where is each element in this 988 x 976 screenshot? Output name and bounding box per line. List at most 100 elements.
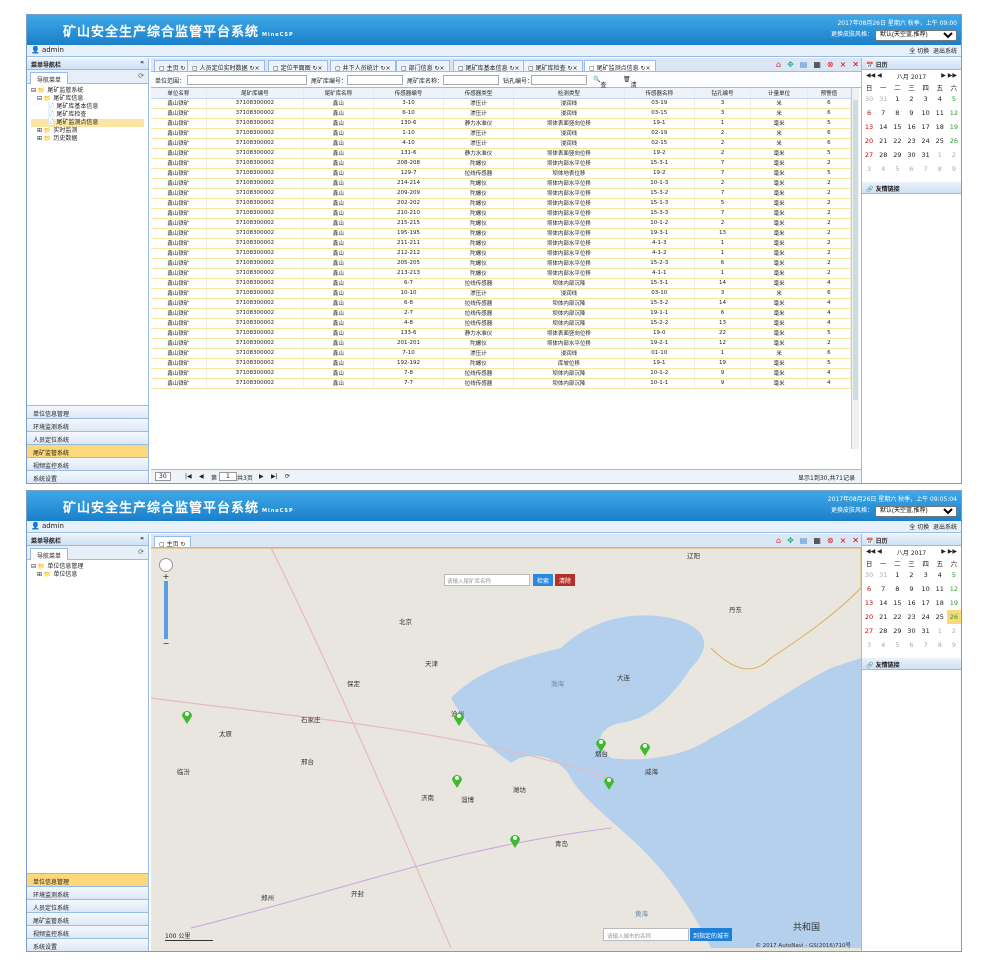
table-row[interactable]: 鑫山铁矿 37108300002 鑫山 214-214 陀螺仪 坝体内部水平位移 10-1-… [151, 178, 851, 189]
calendar-day[interactable]: 6 [904, 638, 918, 652]
table-row[interactable]: 鑫山铁矿 37108300002 鑫山 208-208 陀螺仪 坝体内部水平位移 15-3-… [151, 158, 851, 169]
mine-marker-icon[interactable] [453, 710, 465, 726]
table-row[interactable]: 鑫山铁矿 37108300002 鑫山 209-209 陀螺仪 坝体内部水平位移 15-3-… [151, 188, 851, 199]
table-row[interactable]: 鑫山铁矿 37108300002 鑫山 3-10 渗压计 浸润线 03-19 3 米 6 [151, 98, 851, 109]
table-row[interactable]: 鑫山铁矿 37108300002 鑫山 2-7 拉线传感器 坝体内部沉降 19-1-1 6 毫米… [151, 308, 851, 319]
skin-select[interactable]: 默认(天空蓝,推荐) [875, 505, 957, 517]
column-header[interactable]: 钻孔编号 [694, 88, 752, 99]
calendar-day[interactable]: 8 [933, 162, 947, 176]
map-search-input[interactable]: 请输入尾矿库名称 [444, 574, 530, 586]
column-header[interactable]: 检测类型 [513, 88, 625, 99]
grid-icon[interactable]: ▦ [813, 60, 821, 69]
calendar-day[interactable]: 5 [890, 638, 904, 652]
mine-marker-icon[interactable] [595, 736, 607, 752]
tree-node[interactable]: ⊟ 📁 尾矿库信息 [31, 95, 144, 103]
calendar-day[interactable]: 1 [933, 148, 947, 162]
calendar-day[interactable]: 4 [933, 92, 947, 106]
calendar-day[interactable]: 25 [933, 610, 947, 624]
tab-item[interactable]: ▢ 定位平面图 ↻× [268, 60, 328, 72]
table-row[interactable]: 鑫山铁矿 37108300002 鑫山 4-10 渗压计 浸润线 02-15 2 米 6 [151, 138, 851, 149]
tab-item[interactable]: ▢ 尾矿库基本信息 ↻× [453, 60, 525, 72]
close-all-icon[interactable]: ⊗ [827, 60, 834, 69]
column-header[interactable]: 传感器编号 [373, 88, 445, 99]
prev-month-icon[interactable]: ◀◀ ◀ [866, 548, 882, 555]
calendar-day[interactable]: 27 [862, 148, 876, 162]
accordion-item[interactable]: 视频监控系统 [27, 457, 148, 470]
tab-home[interactable]: ▢ 主页 ↻ [154, 60, 191, 72]
table-row[interactable]: 鑫山铁矿 37108300002 鑫山 130-6 静力水准仪 坝体表面竖向位移 19-1 1… [151, 118, 851, 129]
links-header[interactable]: 🔗 友情链接 [862, 658, 961, 670]
table-row[interactable]: 鑫山铁矿 37108300002 鑫山 6-8 拉线传感器 坝体内部沉降 15-3-2 14 毫… [151, 298, 851, 309]
calendar-day[interactable]: 6 [862, 582, 876, 596]
calendar-day[interactable]: 4 [876, 162, 890, 176]
zoom-control[interactable]: + − [159, 558, 173, 662]
accordion-item[interactable]: 系统设置 [27, 938, 148, 951]
table-row[interactable]: 鑫山铁矿 37108300002 鑫山 212-212 陀螺仪 坝体内部水平位移 4-1-2… [151, 248, 851, 259]
calendar-day[interactable]: 8 [933, 638, 947, 652]
calendar-day[interactable]: 30 [904, 624, 918, 638]
table-row[interactable]: 鑫山铁矿 37108300002 鑫山 10-10 渗压计 浸润线 03-10 3 米 6 [151, 288, 851, 299]
last-page-button[interactable]: ▶| [271, 473, 278, 480]
next-month-icon[interactable]: ▶ ▶▶ [941, 548, 957, 555]
table-row[interactable]: 鑫山铁矿 37108300002 鑫山 7-10 渗压计 浸润线 01-10 1 米 6 [151, 348, 851, 359]
calendar-day[interactable]: 21 [876, 134, 890, 148]
calendar-day[interactable]: 14 [876, 596, 890, 610]
table-row[interactable]: 鑫山铁矿 37108300002 鑫山 6-7 拉线传感器 坝体内部沉降 15-3-1 14 毫… [151, 278, 851, 289]
name-input[interactable] [443, 75, 499, 85]
calendar-day[interactable]: 29 [890, 148, 904, 162]
calendar-day[interactable]: 10 [919, 106, 933, 120]
accordion-item[interactable]: 人员定位系统 [27, 899, 148, 912]
calendar-day[interactable]: 4 [933, 568, 947, 582]
tab-item[interactable]: ▢ 井下人员统计 ↻× [330, 60, 396, 72]
calendar-day[interactable]: 2 [947, 148, 961, 162]
table-row[interactable]: 鑫山铁矿 37108300002 鑫山 192-192 陀螺仪 库坡位移 19-1 19 毫米 5 [151, 358, 851, 369]
calendar-day[interactable]: 4 [876, 638, 890, 652]
search-button[interactable]: 🔍 查询 [593, 76, 607, 98]
window-icon[interactable]: ▤ [800, 536, 808, 545]
calendar-day[interactable]: 11 [933, 106, 947, 120]
tab-active[interactable]: ▢ 尾矿监测点信息 ↻× [584, 60, 656, 72]
table-row[interactable]: 鑫山铁矿 37108300002 鑫山 211-211 陀螺仪 坝体内部水平位移 4-1-3… [151, 238, 851, 249]
calendar-day[interactable]: 28 [876, 148, 890, 162]
close-icon[interactable]: × [840, 60, 847, 69]
mine-marker-icon[interactable] [181, 708, 193, 724]
accordion-item-active[interactable]: 单位信息管理 [27, 873, 148, 886]
calendar-day[interactable]: 10 [919, 582, 933, 596]
calendar-day[interactable]: 16 [904, 596, 918, 610]
column-header[interactable]: 单位名称 [151, 88, 207, 99]
fullscreen-icon[interactable]: ✥ [787, 536, 794, 545]
calendar-day[interactable]: 5 [947, 568, 961, 582]
prev-month-icon[interactable]: ◀◀ ◀ [866, 72, 882, 79]
calendar-day[interactable]: 16 [904, 120, 918, 134]
tree-node[interactable]: ⊞ 📁 实时监测 [31, 127, 144, 135]
accordion-item[interactable]: 系统设置 [27, 470, 148, 483]
calendar-day[interactable]: 12 [947, 106, 961, 120]
calendar-day[interactable]: 31 [919, 624, 933, 638]
calendar-day[interactable]: 19 [947, 596, 961, 610]
mine-marker-icon[interactable] [639, 740, 651, 756]
tree-node[interactable]: ⊞ 📁 历史数据 [31, 135, 144, 143]
calendar-day[interactable]: 31 [919, 148, 933, 162]
calendar-day[interactable]: 28 [876, 624, 890, 638]
tree-node[interactable]: ⊟ 📁 尾矿监管系统 [31, 87, 144, 95]
hole-input[interactable] [531, 75, 587, 85]
calendar-day[interactable]: 21 [876, 610, 890, 624]
table-row[interactable]: 鑫山铁矿 37108300002 鑫山 129-7 拉线传感器 坝体地表位移 19-2 7 毫米… [151, 168, 851, 179]
accordion-item[interactable]: 人员定位系统 [27, 431, 148, 444]
tree-node[interactable]: 📄 尾矿库基本信息 [31, 103, 144, 111]
calendar-day[interactable]: 9 [904, 582, 918, 596]
prev-page-button[interactable]: ◀ [199, 473, 204, 480]
table-row[interactable]: 鑫山铁矿 37108300002 鑫山 215-215 陀螺仪 坝体内部水平位移 10-1-… [151, 218, 851, 229]
calendar-day[interactable]: 2 [904, 568, 918, 582]
calendar-day[interactable]: 20 [862, 134, 876, 148]
calendar-day[interactable]: 24 [919, 134, 933, 148]
nav-tab-label[interactable]: 导航菜单 [30, 548, 69, 560]
switch-button[interactable]: 全 切换 [909, 48, 929, 55]
map[interactable]: + − 请输入尾矿库名称 检索 清除 北京 天津 石家庄 太原 济南 辽阳 丹东… [151, 548, 861, 951]
mine-marker-icon[interactable] [509, 832, 521, 848]
calendar-day[interactable]: 1 [890, 92, 904, 106]
close-other-icon[interactable]: ✕ [852, 60, 859, 69]
refresh-icon[interactable]: ⟳ [138, 72, 144, 80]
calendar-day[interactable]: 30 [862, 568, 876, 582]
calendar-day[interactable]: 8 [890, 582, 904, 596]
